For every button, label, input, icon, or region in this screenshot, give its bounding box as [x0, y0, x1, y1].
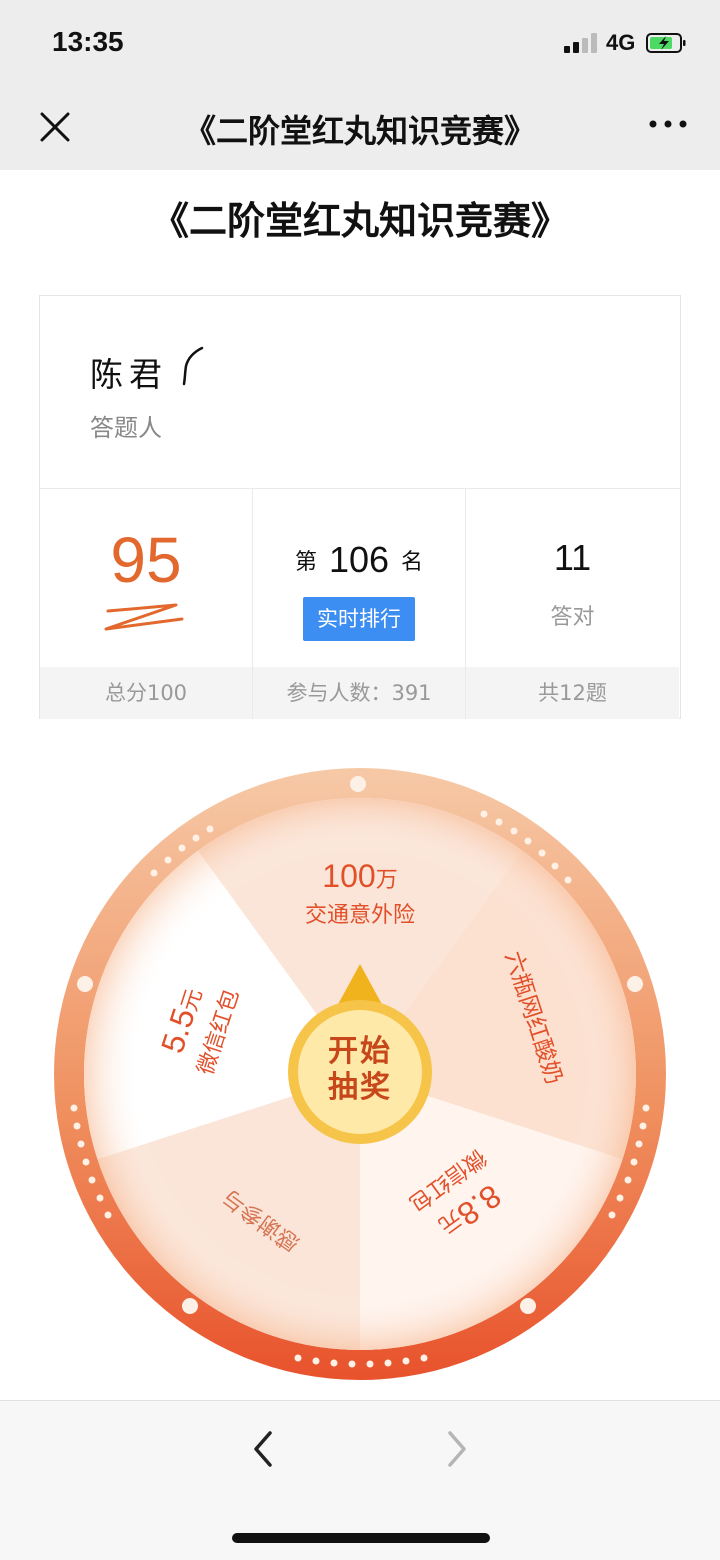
rim-dot: [330, 1359, 338, 1367]
segment-label: 交通意外险: [304, 903, 415, 928]
rim-dot: [642, 1104, 650, 1112]
segment-value: 100: [322, 858, 376, 894]
rim-dot: [96, 1194, 104, 1202]
rim-dot: [73, 1122, 81, 1130]
rim-light: [77, 976, 93, 992]
rim-dot: [616, 1194, 624, 1202]
rim-light: [350, 776, 366, 792]
rim-dot: [366, 1360, 374, 1368]
battery-icon: [646, 33, 686, 53]
rim-dot: [635, 1140, 643, 1148]
nav-title: 《二阶堂红丸知识竞赛》: [183, 112, 536, 150]
rim-dot: [294, 1354, 302, 1362]
rim-dot: [510, 827, 518, 835]
rank-prefix: 第: [294, 550, 317, 575]
signal-icon: [564, 33, 600, 53]
segment-unit: 万: [375, 868, 398, 893]
home-indicator: [232, 1533, 490, 1543]
rim-dot: [88, 1176, 96, 1184]
rim-dot: [524, 837, 532, 845]
rank-cell: 第 106 名 实时排行 参与人数：391: [253, 489, 466, 719]
score-cell: 95 总分100: [40, 489, 253, 719]
signature-mark: [182, 346, 204, 386]
rim-dot: [164, 856, 172, 864]
rim-dot: [402, 1357, 410, 1365]
rim-dot: [77, 1140, 85, 1148]
rim-dot: [551, 862, 559, 870]
rim-light: [520, 1298, 536, 1314]
participants-footer: 参与人数：391: [253, 667, 465, 719]
rim-dot: [178, 844, 186, 852]
rim-light: [182, 1298, 198, 1314]
page-title: 《二阶堂红丸知识竞赛》: [150, 199, 569, 243]
start-line-2: 抽奖: [328, 1070, 392, 1105]
rim-dot: [192, 834, 200, 842]
rim-dot: [206, 825, 214, 833]
total-questions-footer: 共12题: [466, 667, 679, 719]
correct-value: 11: [553, 537, 592, 578]
rim-dot: [495, 818, 503, 826]
correct-label: 答对: [550, 605, 595, 630]
rim-dot: [70, 1104, 78, 1112]
rim-light: [627, 976, 643, 992]
participant-role: 答题人: [90, 414, 162, 442]
rim-dot: [480, 810, 488, 818]
rim-dot: [420, 1354, 428, 1362]
top-bar: 13:35 4G 《二阶堂红丸知识竞赛》: [0, 0, 720, 170]
rim-dot: [608, 1211, 616, 1219]
score-stamp: [104, 603, 184, 631]
rim-dot: [312, 1357, 320, 1365]
score-footer: 总分100: [40, 667, 252, 719]
live-ranking-button[interactable]: 实时排行: [303, 597, 415, 641]
rank-line: 第 106 名: [253, 539, 465, 581]
score-card: 陈君 答题人 95 总分100 第 106 名 实时排行 参与人数：391 11 答…: [39, 295, 681, 719]
network-label: 4G: [606, 30, 636, 55]
segment-insurance-label: 100万 交通意外险: [280, 858, 440, 929]
rim-dot: [104, 1211, 112, 1219]
back-arrow-icon[interactable]: [246, 1429, 280, 1469]
rim-dot: [630, 1158, 638, 1166]
status-time: 13:35: [52, 26, 124, 57]
more-icon[interactable]: [648, 114, 688, 134]
forward-arrow-icon[interactable]: [440, 1429, 474, 1469]
rim-dot: [348, 1360, 356, 1368]
participant-name: 陈君: [90, 355, 168, 394]
start-line-1: 开始: [328, 1034, 392, 1069]
rim-dot: [82, 1158, 90, 1166]
rim-dot: [538, 849, 546, 857]
rank-value: 106: [328, 539, 390, 580]
rim-dot: [384, 1359, 392, 1367]
rim-dot: [639, 1122, 647, 1130]
bottom-toolbar: [0, 1400, 720, 1560]
start-draw-label[interactable]: 开始 抽奖: [289, 1034, 431, 1106]
rank-suffix: 名: [401, 550, 424, 575]
rim-dot: [624, 1176, 632, 1184]
rim-dot: [564, 876, 572, 884]
score-value: 95: [110, 524, 182, 596]
correct-cell: 11 答对 共12题: [466, 489, 679, 719]
rim-dot: [150, 869, 158, 877]
